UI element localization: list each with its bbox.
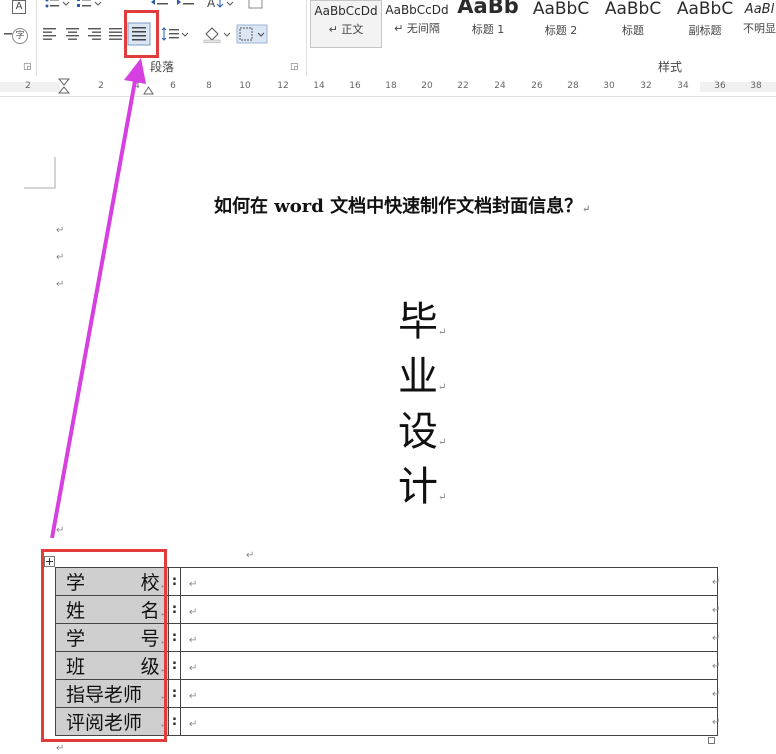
annotation-arrow-icon (50, 58, 146, 539)
